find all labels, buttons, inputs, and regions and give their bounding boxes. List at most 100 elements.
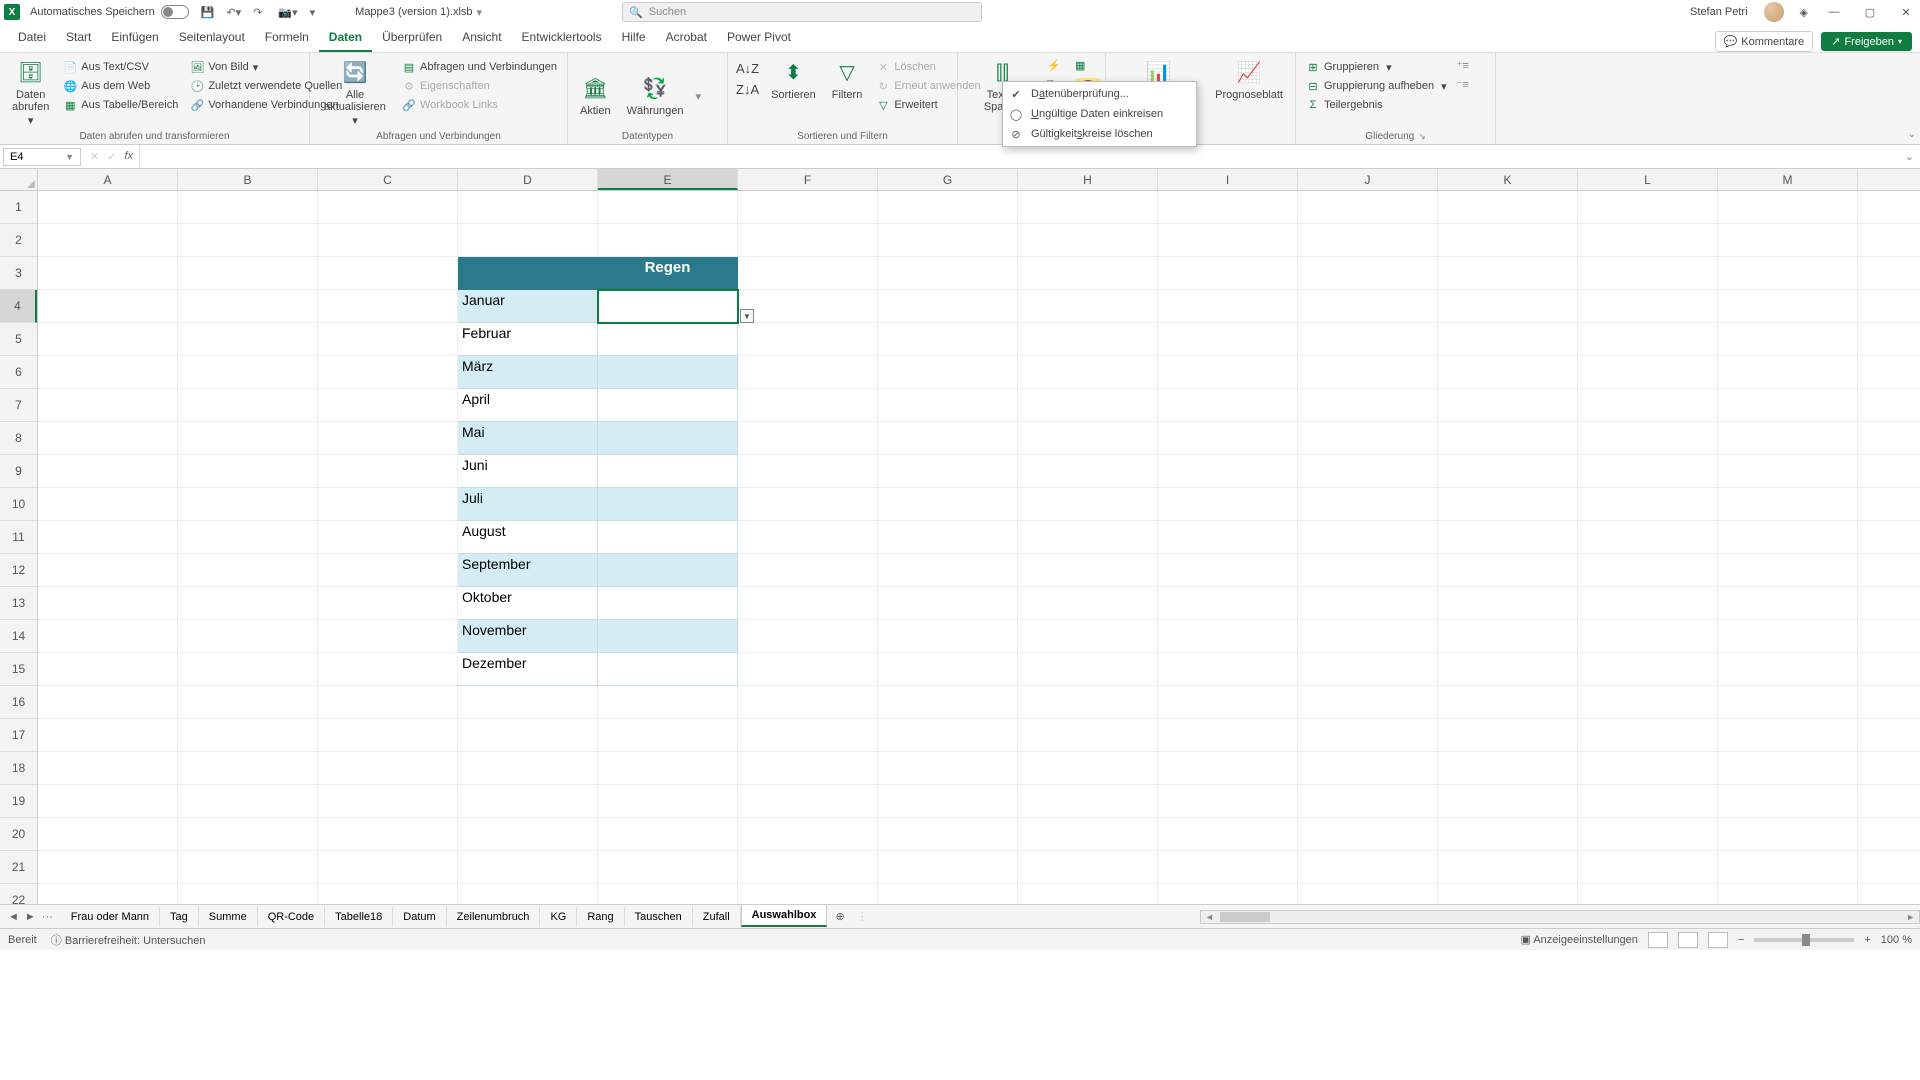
cell[interactable] xyxy=(1438,488,1578,521)
column-header-A[interactable]: A xyxy=(38,169,178,190)
row-header-21[interactable]: 21 xyxy=(0,851,37,884)
cell[interactable] xyxy=(1298,290,1438,323)
cell[interactable] xyxy=(1158,884,1298,904)
clear-circles-menuitem[interactable]: ⊘ Gültigkeitskreise löschen xyxy=(1003,124,1196,144)
cell[interactable] xyxy=(1718,752,1858,785)
cell[interactable] xyxy=(598,356,738,389)
cell[interactable] xyxy=(598,323,738,356)
row-header-17[interactable]: 17 xyxy=(0,719,37,752)
undo-icon[interactable]: ↶▾ xyxy=(226,6,241,19)
cell[interactable] xyxy=(1578,356,1718,389)
cell[interactable] xyxy=(1298,851,1438,884)
cell[interactable] xyxy=(1158,851,1298,884)
cell[interactable] xyxy=(1158,785,1298,818)
cell[interactable] xyxy=(1438,356,1578,389)
cell[interactable] xyxy=(318,686,458,719)
cell[interactable] xyxy=(1158,521,1298,554)
autosave-toggle[interactable]: Automatisches Speichern xyxy=(30,5,189,19)
cell[interactable] xyxy=(1718,224,1858,257)
row-header-3[interactable]: 3 xyxy=(0,257,37,290)
cell[interactable] xyxy=(738,290,878,323)
chevron-down-icon[interactable]: ▼ xyxy=(65,152,74,162)
toggle-switch-icon[interactable] xyxy=(161,5,189,19)
cell[interactable] xyxy=(738,554,878,587)
ribbon-tab-acrobat[interactable]: Acrobat xyxy=(656,24,717,52)
fx-icon[interactable]: fx xyxy=(124,150,133,163)
column-header-L[interactable]: L xyxy=(1578,169,1718,190)
cell[interactable] xyxy=(458,686,598,719)
cell[interactable]: August xyxy=(458,521,598,554)
cell[interactable] xyxy=(318,488,458,521)
cell[interactable] xyxy=(598,488,738,521)
cell[interactable] xyxy=(1578,389,1718,422)
row-header-6[interactable]: 6 xyxy=(0,356,37,389)
cell[interactable] xyxy=(1718,323,1858,356)
cell[interactable] xyxy=(1718,851,1858,884)
ungroup-button[interactable]: ⊟Gruppierung aufheben ▾ xyxy=(1304,78,1449,94)
sheet-tab[interactable]: Rang xyxy=(577,907,624,927)
ribbon-tab-einfügen[interactable]: Einfügen xyxy=(101,24,168,52)
cell[interactable]: Juni xyxy=(458,455,598,488)
cell[interactable] xyxy=(38,323,178,356)
cell[interactable] xyxy=(1018,521,1158,554)
display-settings-button[interactable]: ▣ Anzeigeeinstellungen xyxy=(1520,933,1637,946)
cell[interactable] xyxy=(1018,224,1158,257)
cell[interactable] xyxy=(1578,620,1718,653)
cell[interactable] xyxy=(738,785,878,818)
cell[interactable] xyxy=(1298,455,1438,488)
cell[interactable] xyxy=(1158,191,1298,224)
cell[interactable]: März xyxy=(458,356,598,389)
cell[interactable] xyxy=(1158,686,1298,719)
cell[interactable] xyxy=(1578,554,1718,587)
cell[interactable] xyxy=(598,686,738,719)
name-box[interactable]: E4 ▼ xyxy=(3,148,81,166)
cell[interactable] xyxy=(1438,323,1578,356)
cell[interactable] xyxy=(178,257,318,290)
cell[interactable] xyxy=(1718,290,1858,323)
cell[interactable] xyxy=(458,752,598,785)
minimize-button[interactable]: — xyxy=(1824,6,1844,18)
column-header-E[interactable]: E xyxy=(598,169,738,190)
circle-invalid-menuitem[interactable]: ◯ Ungültige Daten einkreisen xyxy=(1003,104,1196,124)
cell[interactable] xyxy=(1578,290,1718,323)
cell[interactable]: Juli xyxy=(458,488,598,521)
cell[interactable] xyxy=(878,686,1018,719)
close-button[interactable]: ✕ xyxy=(1896,6,1916,19)
cell[interactable] xyxy=(38,554,178,587)
cell[interactable] xyxy=(1718,422,1858,455)
row-header-4[interactable]: 4 xyxy=(0,290,37,323)
from-web[interactable]: 🌐Aus dem Web xyxy=(61,78,180,94)
cell[interactable] xyxy=(38,620,178,653)
ribbon-tab-formeln[interactable]: Formeln xyxy=(255,24,319,52)
cell[interactable] xyxy=(1578,884,1718,904)
cell[interactable] xyxy=(1718,719,1858,752)
cell[interactable] xyxy=(1578,191,1718,224)
cell[interactable] xyxy=(458,851,598,884)
column-header-C[interactable]: C xyxy=(318,169,458,190)
cell[interactable] xyxy=(178,653,318,686)
cell[interactable] xyxy=(1438,224,1578,257)
cell[interactable] xyxy=(738,686,878,719)
refresh-all-button[interactable]: 🔄 Alle aktualisieren▾ xyxy=(318,57,392,129)
cell[interactable] xyxy=(178,587,318,620)
column-header-G[interactable]: G xyxy=(878,169,1018,190)
cell[interactable] xyxy=(1438,884,1578,904)
cell[interactable] xyxy=(878,488,1018,521)
get-data-button[interactable]: 🗄 Daten abrufen▾ xyxy=(8,57,53,129)
cell[interactable] xyxy=(1298,488,1438,521)
page-break-view-button[interactable] xyxy=(1708,932,1728,948)
cell[interactable] xyxy=(878,191,1018,224)
cell[interactable] xyxy=(1158,554,1298,587)
group-button[interactable]: ⊞Gruppieren ▾ xyxy=(1304,59,1449,75)
cell[interactable] xyxy=(878,290,1018,323)
column-header-M[interactable]: M xyxy=(1718,169,1858,190)
cell[interactable] xyxy=(1718,257,1858,290)
column-header-I[interactable]: I xyxy=(1158,169,1298,190)
dialog-launcher-icon[interactable]: ↘ xyxy=(1418,131,1426,141)
cell[interactable] xyxy=(598,620,738,653)
cell[interactable] xyxy=(1158,455,1298,488)
cell[interactable] xyxy=(1298,587,1438,620)
cell[interactable] xyxy=(1298,554,1438,587)
cell[interactable] xyxy=(1438,653,1578,686)
cell[interactable] xyxy=(38,719,178,752)
